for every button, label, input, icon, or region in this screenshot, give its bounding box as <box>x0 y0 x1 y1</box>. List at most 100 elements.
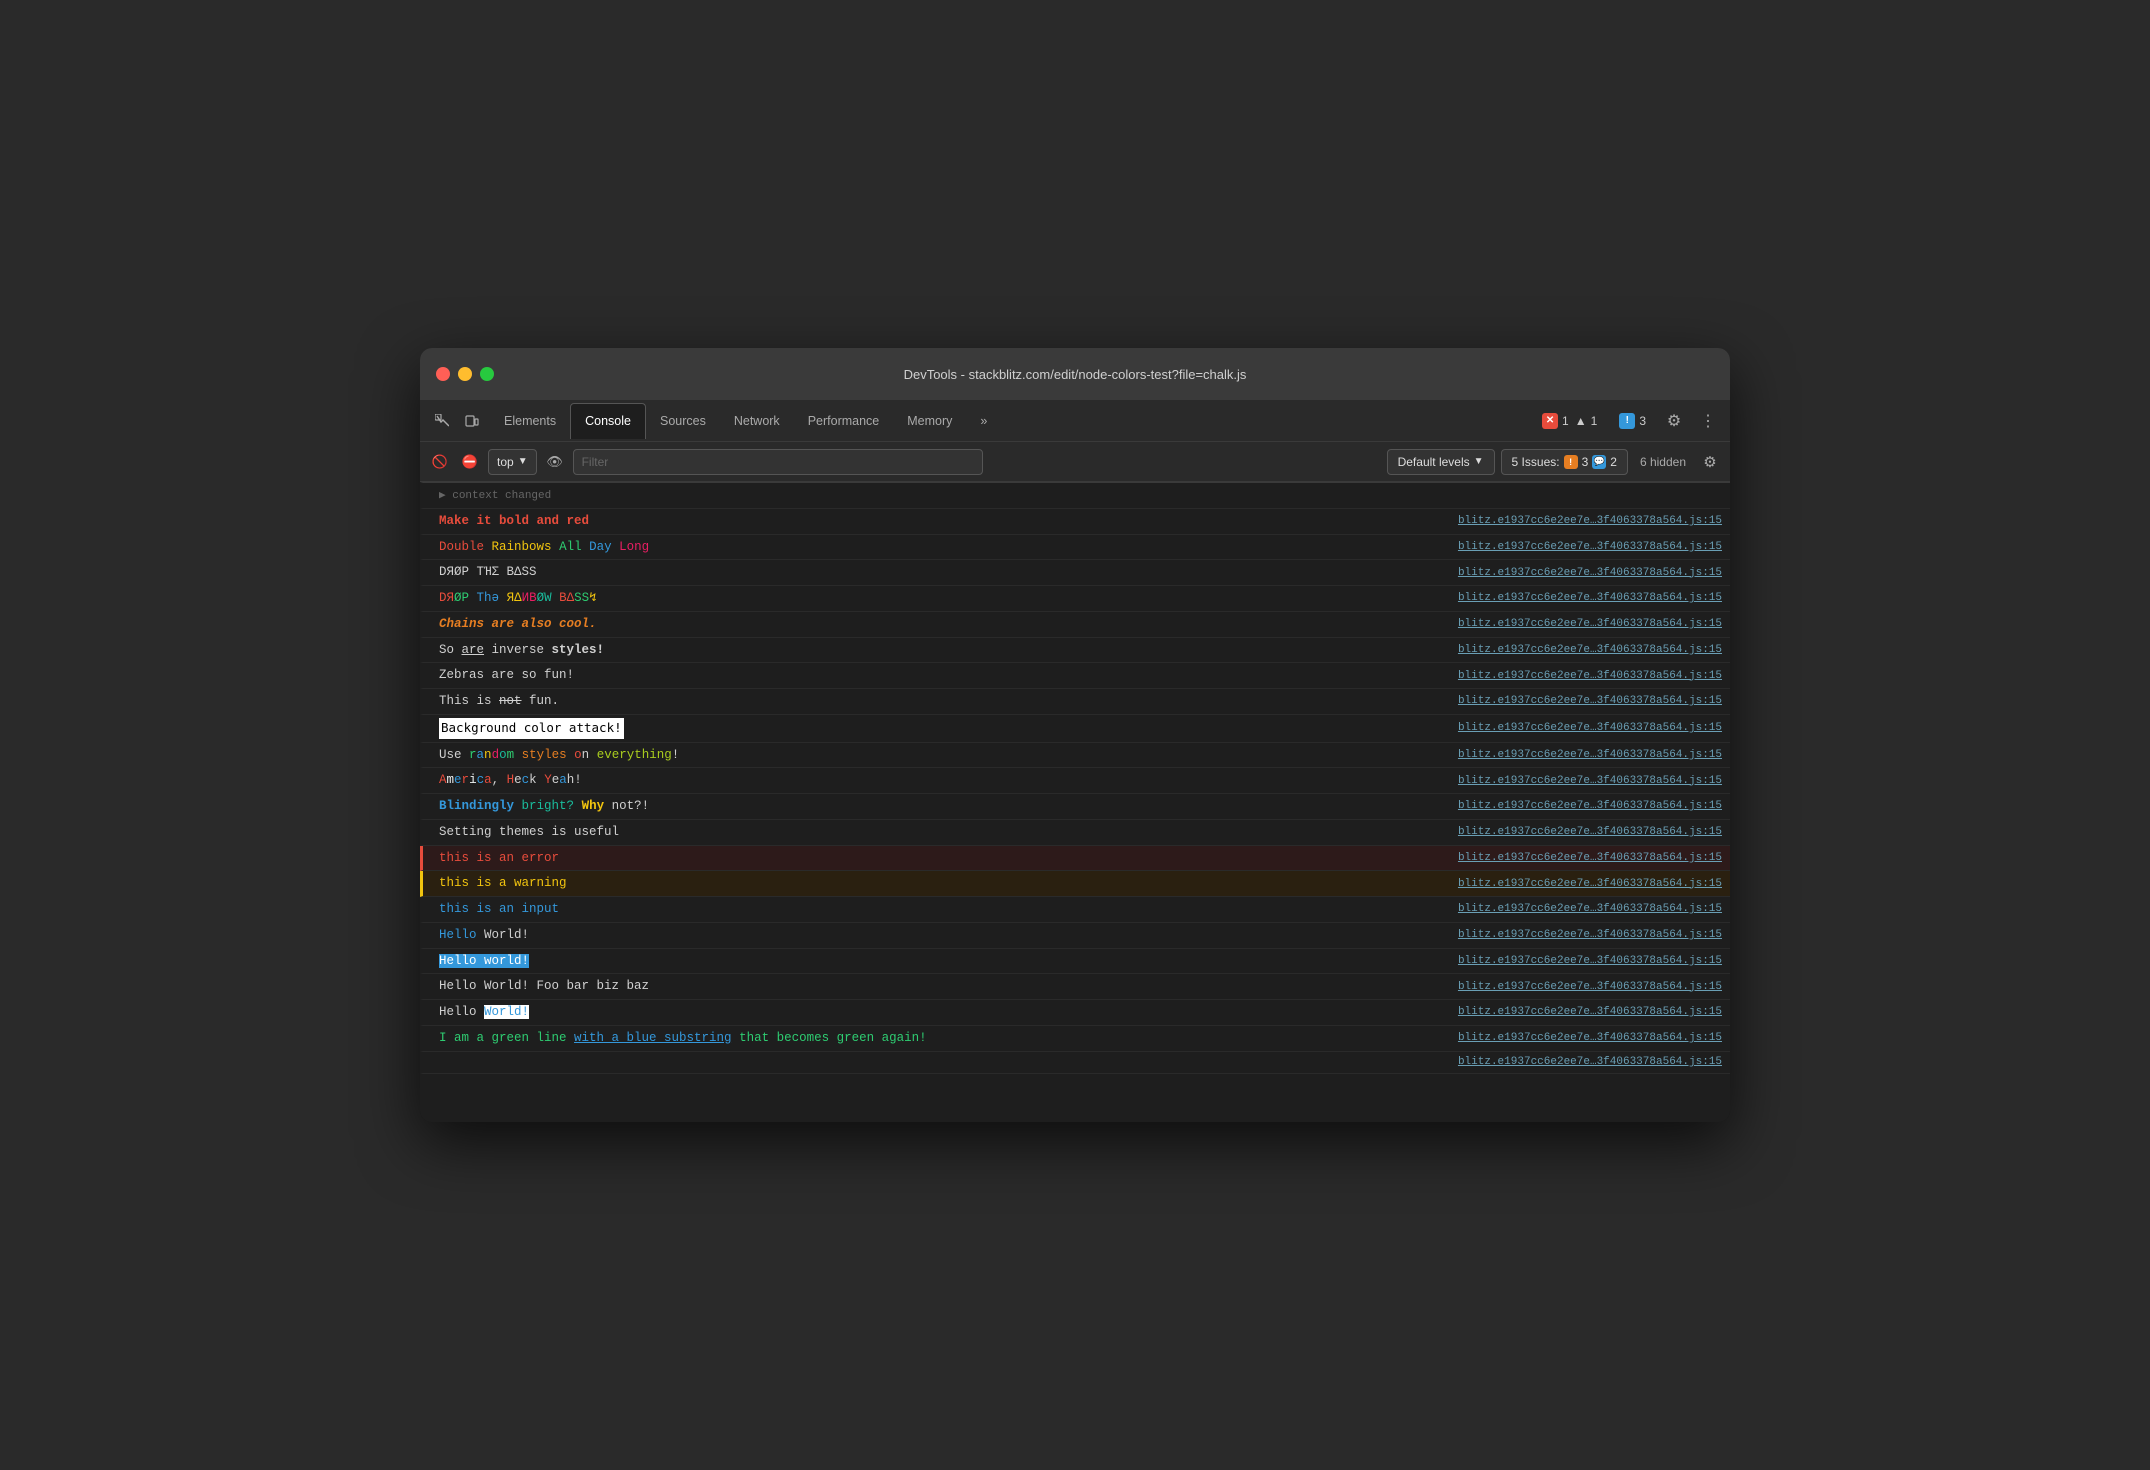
console-src-r4[interactable]: blitz.e1937cc6e2ee7e…3f4063378a564.js:15 <box>1458 592 1722 604</box>
hidden-count: 6 hidden <box>1634 452 1692 472</box>
console-row-r17: Hello World!blitz.e1937cc6e2ee7e…3f40633… <box>420 923 1730 949</box>
inspect-icon[interactable] <box>428 407 456 435</box>
window-title: DevTools - stackblitz.com/edit/node-colo… <box>904 367 1247 382</box>
console-row-r5: Chains are also cool. blitz.e1937cc6e2ee7… <box>420 612 1730 638</box>
settings-icon[interactable]: ⚙ <box>1660 407 1688 435</box>
console-src-r1[interactable]: blitz.e1937cc6e2ee7e…3f4063378a564.js:15 <box>1458 515 1722 527</box>
close-button[interactable] <box>436 367 450 381</box>
console-msg-r7: Zebras are so fun! <box>439 666 1442 685</box>
console-src-r3[interactable]: blitz.e1937cc6e2ee7e…3f4063378a564.js:15 <box>1458 567 1722 579</box>
clear-icon[interactable]: 🚫 <box>428 450 452 474</box>
tab-elements[interactable]: Elements <box>490 403 570 439</box>
console-src-r17[interactable]: blitz.e1937cc6e2ee7e…3f4063378a564.js:15 <box>1458 929 1722 941</box>
tab-more[interactable]: » <box>966 403 1001 439</box>
issues-info-count: 2 <box>1610 455 1617 469</box>
error-icon: ✕ <box>1542 413 1558 429</box>
console-src-r7[interactable]: blitz.e1937cc6e2ee7e…3f4063378a564.js:15 <box>1458 670 1722 682</box>
tab-memory[interactable]: Memory <box>893 403 966 439</box>
tab-icons-left <box>428 407 486 435</box>
console-row-r6: So are inverse styles! blitz.e1937cc6e2ee… <box>420 638 1730 664</box>
console-src-r5[interactable]: blitz.e1937cc6e2ee7e…3f4063378a564.js:15 <box>1458 618 1722 630</box>
console-src-r11[interactable]: blitz.e1937cc6e2ee7e…3f4063378a564.js:15 <box>1458 775 1722 787</box>
console-msg-r1: Make it bold and red <box>439 512 1442 531</box>
console-row-r18: Hello world!blitz.e1937cc6e2ee7e…3f40633… <box>420 949 1730 975</box>
console-msg-r10: Use random styles on everything! <box>439 746 1442 765</box>
eye-icon[interactable]: 👁 <box>543 450 567 474</box>
console-src-r13[interactable]: blitz.e1937cc6e2ee7e…3f4063378a564.js:15 <box>1458 826 1722 838</box>
minimize-button[interactable] <box>458 367 472 381</box>
console-row-r1: Make it bold and red blitz.e1937cc6e2ee7e… <box>420 509 1730 535</box>
console-msg-r5: Chains are also cool. <box>439 615 1442 634</box>
console-msg-r19: Hello World! Foo bar biz baz <box>439 977 1442 996</box>
console-msg-r12: Blindingly bright? Why not?! <box>439 797 1442 816</box>
devtools-window: DevTools - stackblitz.com/edit/node-colo… <box>420 348 1730 1122</box>
console-msg-r20: Hello World! <box>439 1003 1442 1022</box>
console-src-r15[interactable]: blitz.e1937cc6e2ee7e…3f4063378a564.js:15 <box>1458 878 1722 890</box>
log-levels-chevron: ▼ <box>1474 456 1484 467</box>
console-row-r13: Setting themes is useful blitz.e1937cc6e2… <box>420 820 1730 846</box>
console-msg-r21: I am a green line with a blue substring … <box>439 1029 1442 1048</box>
tabs-right: ✕ 1 ▲ 1 ! 3 ⚙ ⋮ <box>1534 407 1722 435</box>
console-msg-r13: Setting themes is useful <box>439 823 1442 842</box>
console-msg-r2: Double Rainbows All Day Long <box>439 538 1442 557</box>
info-badge-btn[interactable]: ! 3 <box>1611 410 1654 432</box>
console-msg-r15: this is a warning <box>439 874 1442 893</box>
console-src-r6[interactable]: blitz.e1937cc6e2ee7e…3f4063378a564.js:15 <box>1458 644 1722 656</box>
console-msg-r0: ▶ context changed <box>439 486 1722 505</box>
tab-console[interactable]: Console <box>570 403 646 439</box>
warning-count: 1 <box>1591 414 1598 428</box>
console-src-r19[interactable]: blitz.e1937cc6e2ee7e…3f4063378a564.js:15 <box>1458 981 1722 993</box>
console-msg-r8: This is not fun. <box>439 692 1442 711</box>
console-msg-r3: DЯØP TΉΣ BΔSS <box>439 563 1442 582</box>
console-src-r16[interactable]: blitz.e1937cc6e2ee7e…3f4063378a564.js:15 <box>1458 903 1722 915</box>
console-row-r0: ▶ context changed <box>420 482 1730 509</box>
console-settings-icon[interactable]: ⚙ <box>1698 450 1722 474</box>
console-toolbar: 🚫 ⛔ top ▼ 👁 Default levels ▼ 5 Issues: !… <box>420 442 1730 482</box>
log-levels-selector[interactable]: Default levels ▼ <box>1387 449 1495 475</box>
console-src-r22[interactable]: blitz.e1937cc6e2ee7e…3f4063378a564.js:15 <box>1458 1056 1722 1068</box>
console-msg-r9: Background color attack! <box>439 718 1442 739</box>
device-icon[interactable] <box>458 407 486 435</box>
issues-warn-count: 3 <box>1582 455 1589 469</box>
console-output[interactable]: ▶ context changed Make it bold and red bli… <box>420 482 1730 1122</box>
issues-button[interactable]: 5 Issues: ! 3 💬 2 <box>1501 449 1628 475</box>
chevron-down-icon: ▼ <box>518 456 528 467</box>
console-msg-r16: this is an input <box>439 900 1442 919</box>
tab-network[interactable]: Network <box>720 403 794 439</box>
console-src-r18[interactable]: blitz.e1937cc6e2ee7e…3f4063378a564.js:15 <box>1458 955 1722 967</box>
issues-label: 5 Issues: <box>1512 455 1560 469</box>
console-row-r2: Double Rainbows All Day Long blitz.e1937c… <box>420 535 1730 561</box>
console-src-r12[interactable]: blitz.e1937cc6e2ee7e…3f4063378a564.js:15 <box>1458 800 1722 812</box>
console-row-r9: Background color attack! blitz.e1937cc6e2… <box>420 715 1730 743</box>
console-src-r21[interactable]: blitz.e1937cc6e2ee7e…3f4063378a564.js:15 <box>1458 1032 1722 1044</box>
console-row-r7: Zebras are so fun! blitz.e1937cc6e2ee7e…3… <box>420 663 1730 689</box>
filter-input[interactable] <box>573 449 983 475</box>
console-src-r10[interactable]: blitz.e1937cc6e2ee7e…3f4063378a564.js:15 <box>1458 749 1722 761</box>
console-row-r3: DЯØP TΉΣ BΔSS blitz.e1937cc6e2ee7e…3f4063… <box>420 560 1730 586</box>
more-icon[interactable]: ⋮ <box>1694 407 1722 435</box>
console-src-r14[interactable]: blitz.e1937cc6e2ee7e…3f4063378a564.js:15 <box>1458 852 1722 864</box>
console-row-r11: America, Heck Yeah!blitz.e1937cc6e2ee7e…… <box>420 768 1730 794</box>
tab-performance[interactable]: Performance <box>794 403 894 439</box>
error-count: 1 <box>1562 414 1569 428</box>
console-row-r15: this is a warning blitz.e1937cc6e2ee7e…3f… <box>420 871 1730 897</box>
console-src-r2[interactable]: blitz.e1937cc6e2ee7e…3f4063378a564.js:15 <box>1458 541 1722 553</box>
console-src-r9[interactable]: blitz.e1937cc6e2ee7e…3f4063378a564.js:15 <box>1458 722 1722 734</box>
maximize-button[interactable] <box>480 367 494 381</box>
traffic-lights <box>436 367 494 381</box>
console-row-r19: Hello World! Foo bar biz baz blitz.e1937c… <box>420 974 1730 1000</box>
tabs-bar: Elements Console Sources Network Perform… <box>420 400 1730 442</box>
console-row-r16: this is an input blitz.e1937cc6e2ee7e…3f4… <box>420 897 1730 923</box>
context-selector[interactable]: top ▼ <box>488 449 537 475</box>
issues-warn-icon: ! <box>1564 455 1578 469</box>
issues-info-icon: 💬 <box>1592 455 1606 469</box>
info-icon: ! <box>1619 413 1635 429</box>
error-badge-btn[interactable]: ✕ 1 ▲ 1 <box>1534 410 1605 432</box>
context-label: top <box>497 455 514 469</box>
console-src-r8[interactable]: blitz.e1937cc6e2ee7e…3f4063378a564.js:15 <box>1458 695 1722 707</box>
console-src-r20[interactable]: blitz.e1937cc6e2ee7e…3f4063378a564.js:15 <box>1458 1006 1722 1018</box>
tab-sources[interactable]: Sources <box>646 403 720 439</box>
console-msg-r6: So are inverse styles! <box>439 641 1442 660</box>
console-row-r20: Hello World! blitz.e1937cc6e2ee7e…3f40633… <box>420 1000 1730 1026</box>
block-icon[interactable]: ⛔ <box>458 450 482 474</box>
